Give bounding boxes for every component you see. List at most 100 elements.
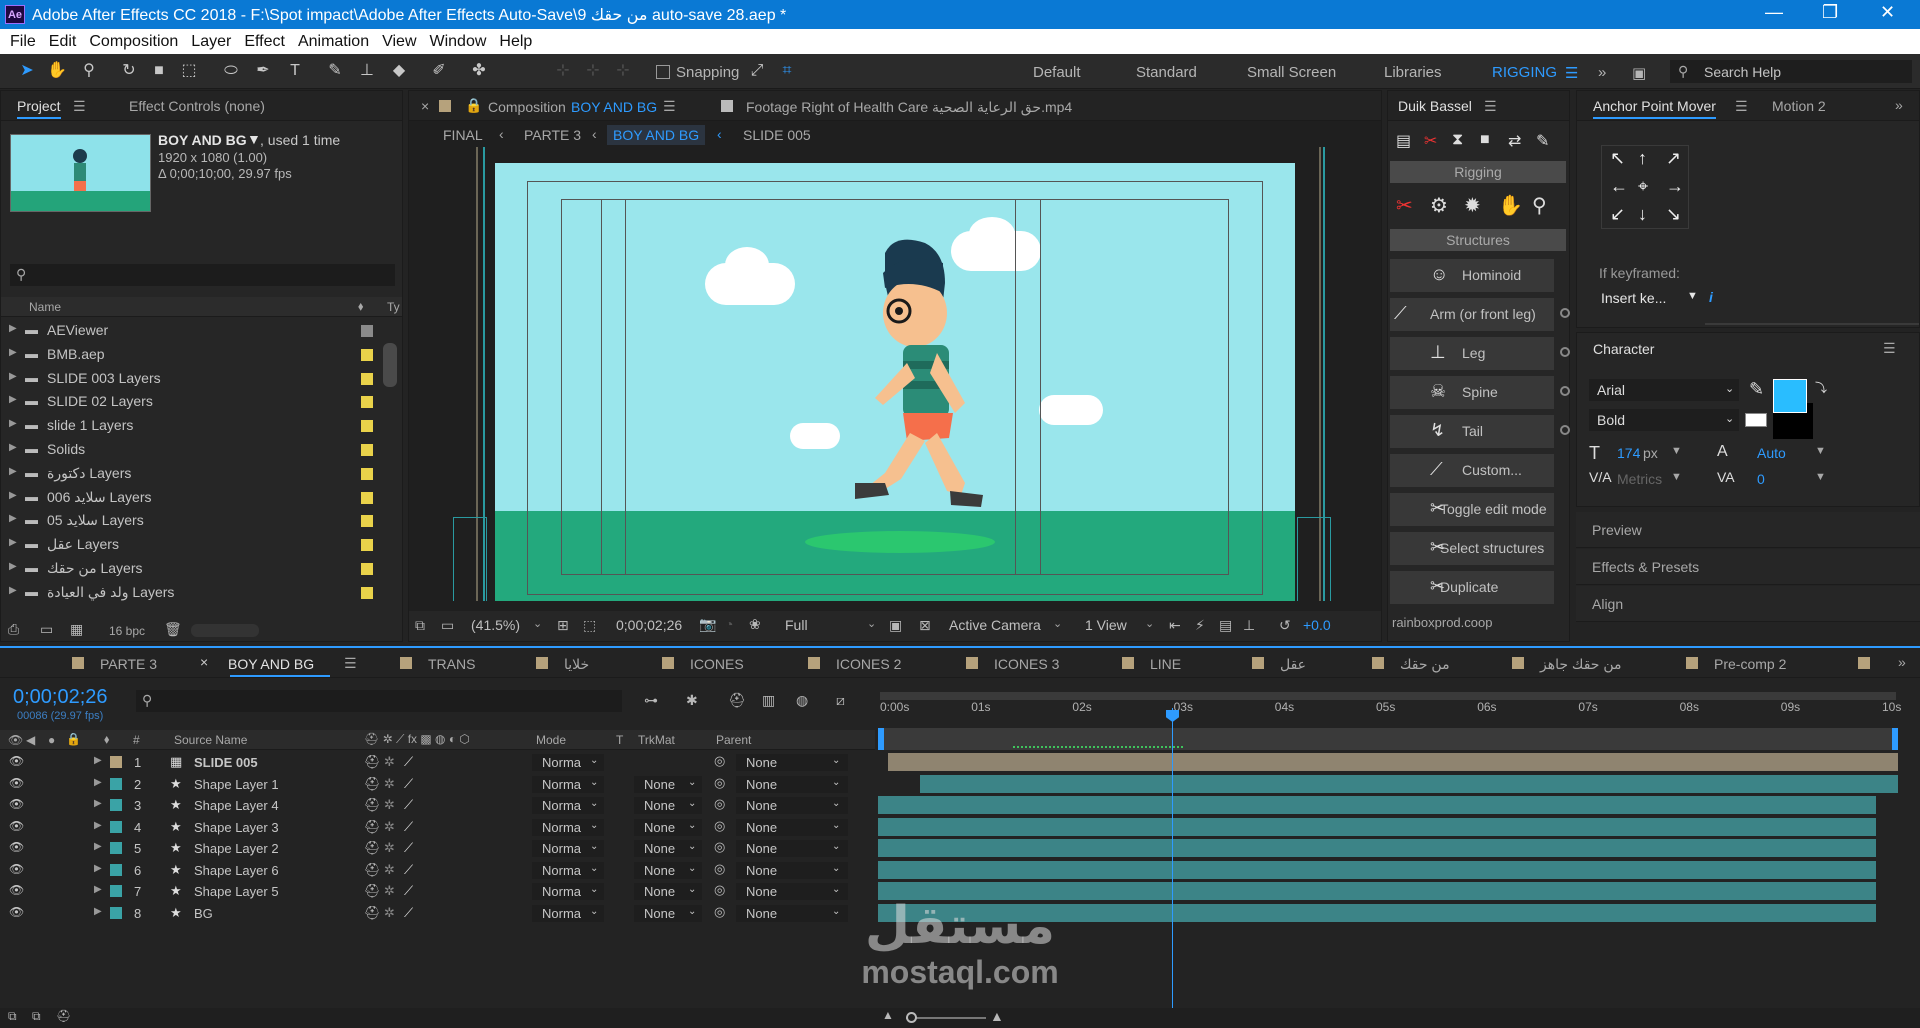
duik-option-radio[interactable] <box>1560 386 1570 396</box>
comp-tab-name[interactable]: BOY AND BG <box>571 99 657 115</box>
collapse-switch-icon[interactable]: ✲ <box>384 862 395 878</box>
collapse-switch-icon[interactable]: ✲ <box>384 754 395 770</box>
anchor-center-icon[interactable]: ⌖ <box>1638 176 1648 197</box>
layer-label-swatch[interactable] <box>110 778 122 790</box>
layer-duration-bar[interactable] <box>878 796 1876 814</box>
footage-tab[interactable]: Footage Right of Health Care حق الرعاية … <box>746 99 1072 116</box>
eye-icon[interactable]: 👁 <box>9 776 24 790</box>
camera-tool-icon[interactable]: ■ <box>148 60 170 82</box>
timeline-tab[interactable]: TRANS <box>428 656 475 672</box>
timeline-tab[interactable]: BOY AND BG <box>228 656 314 672</box>
workspace-rigging[interactable]: RIGGING <box>1492 64 1557 81</box>
pick-whip-icon[interactable]: ◎ <box>714 861 725 877</box>
project-item[interactable]: ▶▬006 سلايد Layers <box>1 486 381 510</box>
expand-triangle-icon[interactable]: ▶ <box>9 347 17 358</box>
duik-button[interactable]: ⟋Arm (or front leg) <box>1390 298 1554 331</box>
trkmat-dropdown[interactable]: None⌄ <box>634 819 702 836</box>
label-tag-icon[interactable]: ⬧ <box>358 299 363 314</box>
timeline-tab[interactable]: من حقك جاهز <box>1540 656 1622 673</box>
label-color-swatch[interactable] <box>361 539 373 551</box>
monitor-icon[interactable]: ▭ <box>441 617 454 634</box>
camera-dropdown[interactable]: Active Camera <box>949 617 1041 633</box>
menu-composition[interactable]: Composition <box>89 33 178 51</box>
swap-colors-icon[interactable]: ⤵ <box>1815 379 1827 396</box>
brush-tool-icon[interactable]: ✎ <box>324 60 346 82</box>
eye-icon[interactable]: 👁 <box>9 840 24 854</box>
eye-icon[interactable]: 👁 <box>9 797 24 811</box>
project-item[interactable]: ▶▬عقل Layers <box>1 533 381 557</box>
shy-switch-icon[interactable]: ⛑ <box>364 883 381 899</box>
project-item[interactable]: ▶▬SLIDE 02 Layers <box>1 390 381 414</box>
expand-triangle-icon[interactable]: ▶ <box>94 798 102 809</box>
eye-icon[interactable]: 👁 <box>9 883 24 897</box>
col-source-name[interactable]: Source Name <box>174 733 247 747</box>
eraser-tool-icon[interactable]: ◆ <box>388 60 410 82</box>
quality-switch-icon[interactable]: ⟋ <box>404 776 413 792</box>
menu-animation[interactable]: Animation <box>298 33 369 51</box>
project-item[interactable]: ▶▬05 سلايد Layers <box>1 509 381 533</box>
duik-page-icon[interactable]: ▤ <box>1396 131 1411 151</box>
interpret-footage-icon[interactable]: ⎙ <box>8 621 19 638</box>
shy-switch-icon[interactable]: ⛑ <box>364 840 381 856</box>
quality-switch-icon[interactable]: ⟋ <box>404 797 413 813</box>
anchor-right-icon[interactable]: → <box>1666 176 1684 197</box>
trkmat-dropdown[interactable]: None⌄ <box>634 840 702 857</box>
expand-triangle-icon[interactable]: ▶ <box>9 561 17 572</box>
insert-keyframe-dropdown[interactable]: Insert ke... ▼ <box>1597 287 1701 309</box>
expand-triangle-icon[interactable]: ▶ <box>9 442 17 453</box>
col-trkmat[interactable]: TrkMat <box>638 733 675 747</box>
menu-edit[interactable]: Edit <box>49 33 77 51</box>
project-item[interactable]: ▶▬Solids <box>1 438 381 462</box>
layer-label-swatch[interactable] <box>110 821 122 833</box>
col-number[interactable]: # <box>133 733 140 747</box>
breadcrumb-slide005[interactable]: SLIDE 005 <box>743 127 811 143</box>
expand-triangle-icon[interactable]: ▶ <box>9 323 17 334</box>
zoom-slider-thumb[interactable] <box>906 1012 917 1023</box>
col-parent[interactable]: Parent <box>716 733 751 747</box>
duik-bone-icon[interactable]: ⚲ <box>1532 193 1547 218</box>
parent-dropdown[interactable]: None⌄ <box>736 797 848 814</box>
collapse-switch-icon[interactable]: ✲ <box>384 883 395 899</box>
layer-name[interactable]: SLIDE 005 <box>194 755 258 770</box>
character-menu-icon[interactable]: ☰ <box>1883 340 1896 357</box>
label-color-swatch[interactable] <box>361 373 373 385</box>
duik-ik-icon[interactable]: ⚙ <box>1430 193 1448 218</box>
expand-triangle-icon[interactable]: ▶ <box>94 820 102 831</box>
expand-triangle-icon[interactable]: ▶ <box>9 394 17 405</box>
channel-rgb-icon[interactable]: ❀ <box>749 616 761 633</box>
workspace-libraries[interactable]: Libraries <box>1384 64 1442 81</box>
kerning-value[interactable]: Metrics <box>1617 471 1662 487</box>
motion-blur-icon[interactable]: ◍ <box>796 692 808 709</box>
layer-name[interactable]: Shape Layer 5 <box>194 884 279 899</box>
anchor-left-icon[interactable]: ← <box>1610 176 1628 197</box>
project-item[interactable]: ▶▬من حقك Layers <box>1 557 381 581</box>
comp-panel-menu-icon[interactable]: ☰ <box>663 98 676 115</box>
parent-dropdown[interactable]: None⌄ <box>736 840 848 857</box>
shy-switch-icon[interactable]: ⛑ <box>364 905 381 921</box>
ellipse-tool-icon[interactable]: ⬭ <box>220 60 242 82</box>
layer-label-swatch[interactable] <box>110 799 122 811</box>
timeline-search-input[interactable]: ⚲ <box>136 690 622 712</box>
always-preview-icon[interactable]: ⧉ <box>415 617 425 634</box>
duik-button[interactable]: ✂Duplicate <box>1390 571 1554 604</box>
axis-world-icon[interactable]: ⊹ <box>582 60 604 82</box>
duik-settings-icon[interactable]: ✎ <box>1536 131 1549 151</box>
duik-autorig-icon[interactable]: ✹ <box>1464 193 1481 218</box>
anchor-top-icon[interactable]: ↑ <box>1638 148 1647 169</box>
col-mode[interactable]: Mode <box>536 733 566 747</box>
expand-triangle-icon[interactable]: ▶ <box>9 537 17 548</box>
zoom-out-icon[interactable]: ▲ <box>882 1008 894 1022</box>
menu-effect[interactable]: Effect <box>244 33 285 51</box>
layer-name[interactable]: Shape Layer 3 <box>194 820 279 835</box>
label-color-swatch[interactable] <box>361 587 373 599</box>
quality-switch-icon[interactable]: ⟋ <box>404 905 413 921</box>
shy-switch-icon[interactable]: ⛑ <box>364 819 381 835</box>
snap-options-icon[interactable]: ⤢ <box>746 60 768 82</box>
duik-menu-icon[interactable]: ☰ <box>1484 98 1497 115</box>
expand-triangle-icon[interactable]: ▶ <box>9 418 17 429</box>
project-hscroll[interactable] <box>191 624 259 637</box>
zoom-slider[interactable] <box>906 1017 986 1019</box>
project-menu-icon[interactable]: ☰ <box>73 98 86 115</box>
duik-option-radio[interactable] <box>1560 425 1570 435</box>
eye-icon[interactable]: 👁 <box>9 862 24 876</box>
